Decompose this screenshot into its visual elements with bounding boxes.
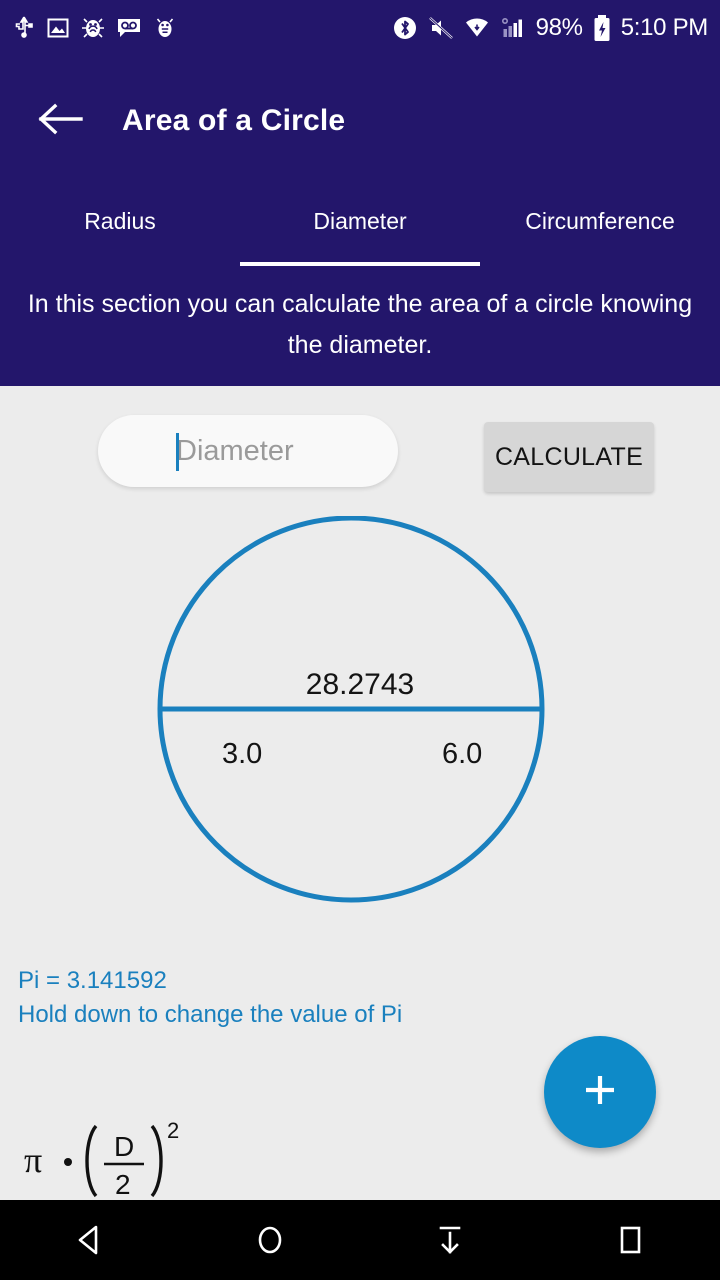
formula-denominator: 2 (115, 1169, 131, 1200)
back-button[interactable] (24, 85, 96, 157)
calculate-button-label: CALCULATE (494, 442, 644, 471)
section-description: In this section you can calculate the ar… (0, 270, 720, 386)
pi-value-label: Pi = 3.141592 (18, 967, 167, 994)
diameter-value-label: 6.0 (442, 738, 483, 770)
mute-icon (428, 15, 454, 41)
cellular-signal-icon (500, 15, 526, 41)
plus-icon (578, 1068, 622, 1117)
android-icon (152, 15, 178, 41)
pi-info-block: Pi = 3.141592 Hold down to change the va… (18, 964, 402, 1032)
tab-radius-label: Radius (84, 208, 156, 234)
tab-diameter[interactable]: Diameter (240, 186, 480, 270)
area-value-label: 28.2743 (305, 668, 415, 701)
status-bar-right-icons: 98% 5:10 PM (392, 14, 708, 42)
arrow-left-icon (37, 102, 83, 141)
app-bar: Area of a Circle (0, 56, 720, 186)
diameter-input[interactable]: Diameter (98, 415, 398, 487)
status-bar: 98% 5:10 PM (0, 0, 720, 56)
tab-radius[interactable]: Radius (0, 186, 240, 270)
screenshot-icon (46, 16, 70, 40)
tab-diameter-label: Diameter (313, 208, 407, 234)
tab-bar: Radius Diameter Circumference (0, 186, 720, 270)
formula-dot (64, 1158, 72, 1166)
circle-diagram: 28.2743 3.0 6.0 (150, 515, 570, 926)
tab-circumference-label: Circumference (525, 208, 675, 234)
page-title: Area of a Circle (122, 104, 346, 137)
voicemail-icon (116, 16, 142, 40)
system-navigation-bar (0, 1200, 720, 1280)
home-nav-icon[interactable] (220, 1200, 320, 1280)
status-bar-left-icons (12, 15, 178, 41)
add-fab-button[interactable] (544, 1036, 656, 1148)
text-caret (176, 433, 179, 471)
calculate-button[interactable]: CALCULATE (484, 422, 654, 492)
circle-svg (157, 515, 545, 903)
app-screen: 98% 5:10 PM Area of a Circle Radius Diam… (0, 0, 720, 1280)
radius-value-label: 3.0 (222, 738, 263, 770)
formula-display: π D 2 2 (20, 1110, 200, 1207)
tab-diameter-indicator (240, 262, 480, 266)
bluetooth-icon (392, 15, 418, 41)
tab-circumference[interactable]: Circumference (480, 186, 720, 270)
debug-bug-icon (80, 15, 106, 41)
back-nav-icon[interactable] (40, 1200, 140, 1280)
recents-nav-icon[interactable] (580, 1200, 680, 1280)
battery-percent-label: 98% (535, 14, 583, 41)
formula-numerator: D (114, 1131, 134, 1162)
wifi-icon (464, 15, 490, 41)
clock-label: 5:10 PM (620, 14, 709, 41)
formula-svg: π D 2 2 (24, 1118, 179, 1200)
diameter-input-placeholder: Diameter (176, 434, 294, 467)
usb-icon (12, 15, 36, 41)
pi-change-hint[interactable]: Hold down to change the value of Pi (18, 998, 402, 1032)
formula-pi: π (24, 1140, 42, 1180)
hide-keyboard-icon[interactable] (400, 1200, 500, 1280)
formula-paren-left (85, 1124, 98, 1198)
formula-paren-right (150, 1124, 163, 1198)
battery-charging-icon (593, 14, 611, 42)
formula-exponent: 2 (167, 1118, 179, 1143)
